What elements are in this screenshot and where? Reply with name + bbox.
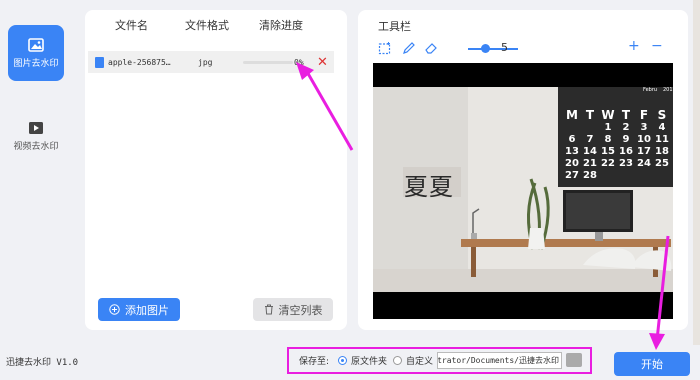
folder-icon[interactable]	[566, 353, 582, 367]
calendar-week-row: 13 14 15 16 17 18	[563, 146, 673, 158]
sidebar: 图片去水印 视频去水印	[0, 0, 72, 345]
start-button[interactable]: 开始	[614, 352, 690, 376]
save-path-input[interactable]: istrator/Documents/迅捷去水印	[437, 352, 562, 369]
brush-size-value: 5	[501, 41, 508, 54]
add-image-button[interactable]: 添加图片	[98, 298, 180, 321]
nav-image-label: 图片去水印	[13, 58, 59, 69]
app-brand: 迅捷去水印 V1.0	[6, 358, 79, 368]
calendar-cell: W	[601, 108, 615, 122]
calendar-week-row: 27 28	[563, 170, 673, 182]
eraser-icon[interactable]	[424, 41, 439, 55]
calendar-cell: 1	[604, 122, 612, 133]
calendar-cell: 10	[637, 134, 651, 145]
calendar-cell: 28	[583, 170, 597, 181]
file-format: jpg	[198, 57, 213, 67]
calendar-cell: 23	[619, 158, 633, 169]
calendar-cell: 4	[658, 122, 666, 133]
file-list-panel: 文件名 文件格式 清除进度 apple-256875… jpg 0% ✕ 添加图…	[85, 10, 347, 330]
tool-row: 5 + −	[378, 38, 678, 58]
calendar-cell: 17	[637, 146, 651, 157]
calendar-cell: 25	[655, 158, 669, 169]
calendar-cell: F	[639, 108, 649, 122]
calendar-cell: S	[657, 108, 667, 122]
calendar-cell: 6	[568, 134, 576, 145]
image-file-icon	[95, 57, 104, 68]
video-play-icon	[29, 121, 43, 134]
calendar-cell: 18	[655, 146, 669, 157]
calendar-weekday-row: MTWTFS	[563, 108, 673, 122]
file-name: apple-256875…	[108, 57, 171, 67]
file-list-header: 文件名 文件格式 清除进度	[85, 10, 347, 40]
image-preview[interactable]: 2017 Febru MTWTFS12346789101113141516171…	[373, 63, 673, 319]
calendar-grid: M T W T F S 1 2 3 4 6 7 8 9 10 11 13 14 15 16 17 18 20 21 22 23 24…	[563, 108, 673, 182]
watermark-text: 夏夏	[404, 173, 454, 201]
image-icon	[28, 37, 44, 52]
calendar-week-row: 20 21 22 23 24 25	[563, 158, 673, 170]
calendar-cell: T	[585, 108, 595, 122]
column-filename: 文件名	[115, 19, 148, 32]
calendar-cell: 21	[583, 158, 597, 169]
calendar-cell: 11	[655, 134, 669, 145]
calendar-week-row: 1234	[563, 122, 673, 134]
progress-bar	[243, 60, 293, 64]
toolbox-title: 工具栏	[378, 20, 411, 33]
calendar-cell: 15	[601, 146, 615, 157]
calendar-cell	[635, 170, 653, 182]
calendar-cell: 22	[601, 158, 615, 169]
radio-original-folder[interactable]	[338, 356, 347, 365]
select-rect-icon[interactable]	[378, 41, 392, 55]
radio-custom-label: 自定义	[406, 357, 434, 367]
calendar-cell: 8	[604, 134, 612, 145]
calendar-cell: 2	[622, 122, 630, 133]
table-row[interactable]: apple-256875… jpg 0% ✕	[88, 51, 334, 73]
column-format: 文件格式	[185, 19, 229, 32]
calendar-week-row: 6 7 8 9 10 11	[563, 134, 673, 146]
save-label: 保存至:	[299, 357, 330, 367]
nav-video-watermark[interactable]: 视频去水印	[8, 108, 64, 164]
calendar-cell: 14	[583, 146, 597, 157]
calendar-month: Febru	[643, 87, 658, 93]
calendar-cell	[617, 170, 635, 182]
save-location-group: 保存至: 原文件夹 自定义 istrator/Documents/迅捷去水印	[287, 347, 592, 374]
zoom-out-icon[interactable]: −	[651, 38, 663, 54]
calendar-cell: 9	[622, 134, 630, 145]
calendar-year: 2017	[663, 87, 673, 93]
plus-circle-icon	[109, 304, 120, 315]
add-image-label: 添加图片	[125, 303, 169, 317]
footer-bar: 迅捷去水印 V1.0 保存至: 原文件夹 自定义 istrator/Docume…	[0, 345, 700, 380]
radio-custom[interactable]	[393, 356, 402, 365]
calendar-cell	[653, 170, 671, 182]
calendar-cell	[599, 170, 617, 182]
calendar-cell: 27	[565, 170, 579, 181]
nav-video-label: 视频去水印	[13, 141, 59, 152]
clear-list-button[interactable]: 清空列表	[253, 298, 333, 321]
calendar-cell: 7	[586, 134, 594, 145]
delete-icon[interactable]: ✕	[317, 56, 328, 69]
brush-size-slider-handle[interactable]	[481, 44, 490, 53]
clear-list-label: 清空列表	[278, 303, 323, 317]
trash-icon	[264, 304, 273, 315]
calendar-cell: T	[621, 108, 631, 122]
nav-image-watermark[interactable]: 图片去水印	[8, 25, 64, 81]
calendar-cell: 3	[640, 122, 648, 133]
calendar-cell: M	[566, 108, 578, 122]
calendar-cell	[581, 122, 599, 134]
brush-size-slider[interactable]	[468, 48, 518, 50]
background-window-edge	[693, 0, 700, 345]
calendar-cell	[563, 122, 581, 134]
toolbox-panel: 工具栏 5 + − 201 Febru M T W T F S 1 2 3 4 …	[358, 10, 688, 330]
calendar-cell: 16	[619, 146, 633, 157]
calendar-cell: 20	[565, 158, 579, 169]
progress-text: 0%	[294, 57, 304, 67]
column-progress: 清除进度	[259, 19, 303, 32]
radio-original-label: 原文件夹	[351, 357, 388, 367]
calendar-cell: 13	[565, 146, 579, 157]
pen-icon[interactable]	[402, 41, 416, 55]
calendar-cell: 24	[637, 158, 651, 169]
zoom-in-icon[interactable]: +	[628, 38, 640, 54]
